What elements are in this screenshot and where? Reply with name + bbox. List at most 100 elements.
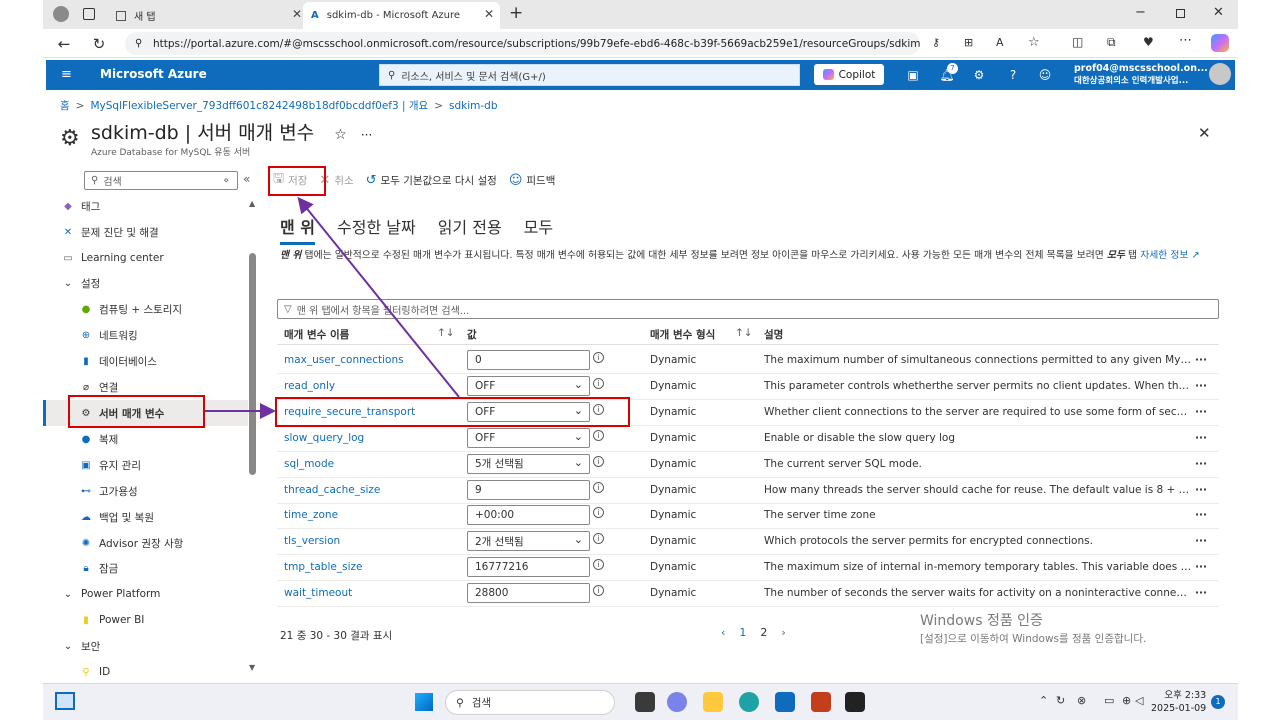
- more-options-icon[interactable]: ···: [1195, 561, 1207, 573]
- parameter-name-link[interactable]: max_user_connections: [284, 354, 404, 366]
- sidebar-item-tags[interactable]: ◆ 태그: [43, 193, 248, 219]
- tray-network-icon[interactable]: ⊕: [1122, 694, 1131, 707]
- azure-search-input[interactable]: ⚲ 리소스, 서비스 및 문서 검색(G+/): [379, 64, 800, 86]
- parameter-name-link[interactable]: sql_mode: [284, 458, 334, 470]
- more-options-icon[interactable]: ···: [1195, 354, 1207, 366]
- sidebar-item-maintenance[interactable]: ▣ 유지 관리: [43, 452, 248, 478]
- sidebar-item-power-bi[interactable]: ▮ Power BI: [43, 607, 248, 633]
- sidebar-item-identity[interactable]: ⚲ ID: [43, 659, 248, 685]
- tab-new-tab[interactable]: 새 탭 ✕: [108, 2, 308, 29]
- learn-more-link[interactable]: 자세한 정보: [1140, 250, 1188, 261]
- sidebar-item-diagnose[interactable]: ✕ 문제 진단 및 해결: [43, 219, 248, 245]
- azure-brand[interactable]: Microsoft Azure: [100, 67, 207, 81]
- scroll-up-icon[interactable]: ▲: [249, 199, 255, 208]
- more-options-icon[interactable]: ···: [1195, 509, 1207, 521]
- value-input[interactable]: +00:00: [467, 505, 590, 526]
- copilot-button[interactable]: Copilot: [814, 64, 884, 85]
- value-dropdown[interactable]: OFF ⌄: [467, 375, 590, 396]
- info-icon[interactable]: i: [593, 481, 604, 493]
- parameter-name-link[interactable]: read_only: [284, 380, 335, 392]
- split-icon[interactable]: ◫: [1072, 35, 1083, 49]
- tray-display-icon[interactable]: ▭: [1104, 694, 1114, 707]
- file-explorer-icon[interactable]: [703, 692, 723, 712]
- star-icon[interactable]: ☆: [334, 127, 347, 143]
- sidebar-item-compute[interactable]: ● 컴퓨팅 + 스토리지: [43, 296, 248, 322]
- url-field[interactable]: ⚲ https://portal.azure.com/#@mscsschool.…: [125, 32, 920, 55]
- tab-azure[interactable]: A sdkim-db - Microsoft Azure ✕: [303, 2, 500, 29]
- value-dropdown[interactable]: OFF ⌄: [467, 427, 590, 448]
- more-options-icon[interactable]: ···: [1195, 484, 1207, 496]
- account-info[interactable]: prof04@mscsschool.on... 대한상공회의소 인력개발사업..…: [1074, 63, 1208, 87]
- page-1[interactable]: 1: [739, 626, 746, 639]
- tray-chevron-icon[interactable]: ⌃: [1039, 694, 1048, 707]
- sidebar-search-input[interactable]: ⚲ 검색 ⋄: [84, 171, 238, 190]
- value-dropdown[interactable]: 2개 선택됨 ⌄: [467, 531, 590, 552]
- sidebar-item-learning[interactable]: ▭ Learning center: [43, 245, 248, 271]
- back-button[interactable]: ←: [53, 33, 75, 55]
- profile-icon[interactable]: [53, 6, 69, 22]
- value-input[interactable]: 16777216: [467, 557, 590, 578]
- parameter-name-link[interactable]: slow_query_log: [284, 432, 364, 444]
- header-name[interactable]: 매개 변수 이름: [284, 327, 349, 342]
- prev-page-icon[interactable]: ‹: [721, 626, 725, 639]
- tab-top[interactable]: 맨 위: [280, 214, 316, 245]
- info-icon[interactable]: i: [593, 377, 604, 389]
- close-blade-button[interactable]: ✕: [1198, 124, 1211, 142]
- scroll-down-icon[interactable]: ▼: [249, 663, 255, 672]
- sidebar-item-advisor[interactable]: ✺ Advisor 권장 사항: [43, 530, 248, 556]
- settings-icon[interactable]: ⚙: [970, 66, 988, 84]
- info-icon[interactable]: i: [593, 429, 604, 441]
- copilot-icon[interactable]: [1211, 34, 1229, 52]
- collections-icon[interactable]: ⧉: [1107, 35, 1116, 50]
- close-icon[interactable]: ✕: [292, 7, 302, 21]
- avatar[interactable]: [1209, 63, 1231, 85]
- start-icon[interactable]: [415, 693, 433, 711]
- edge-icon[interactable]: [739, 692, 759, 712]
- sidebar-group-security[interactable]: ⌄ 보안: [43, 633, 248, 659]
- sidebar-item-locks[interactable]: 🔒︎ 잠금: [43, 555, 248, 581]
- collapse-sidebar-icon[interactable]: «: [243, 172, 250, 186]
- breadcrumb-deployment[interactable]: MySqlFlexibleServer_793dff601c8242498b18…: [90, 100, 428, 112]
- minimize-button[interactable]: −: [1135, 5, 1146, 20]
- next-page-icon[interactable]: ›: [781, 626, 785, 639]
- page-2[interactable]: 2: [760, 626, 767, 639]
- more-icon[interactable]: ⋯: [1179, 33, 1192, 48]
- favorite-icon[interactable]: ☆: [1028, 35, 1040, 50]
- new-tab-button[interactable]: +: [509, 3, 523, 23]
- refresh-button[interactable]: ↻: [88, 33, 110, 55]
- sidebar-item-databases[interactable]: ▮ 데이터베이스: [43, 348, 248, 374]
- feedback-button[interactable]: ☺ 피드백: [509, 173, 556, 188]
- value-input[interactable]: 0: [467, 350, 590, 370]
- extensions-icon[interactable]: ♥: [1143, 35, 1154, 49]
- widgets-icon[interactable]: [55, 692, 75, 710]
- taskbar-search[interactable]: ⚲ 검색: [445, 690, 615, 715]
- help-icon[interactable]: ?: [1004, 66, 1022, 84]
- sidebar-item-replication[interactable]: ● 복제: [43, 426, 248, 452]
- parameter-name-link[interactable]: wait_timeout: [284, 587, 352, 599]
- sidebar-item-networking[interactable]: ⊕ 네트워킹: [43, 322, 248, 348]
- task-view-icon[interactable]: [635, 692, 655, 712]
- more-options-icon[interactable]: ···: [1195, 406, 1207, 418]
- terminal-icon[interactable]: [845, 692, 865, 712]
- info-icon[interactable]: i: [593, 533, 604, 545]
- scroll-thumb[interactable]: [249, 253, 256, 475]
- sidebar-item-backup[interactable]: ☁ 백업 및 복원: [43, 504, 248, 530]
- store-icon[interactable]: [775, 692, 795, 712]
- more-options-icon[interactable]: ···: [1195, 432, 1207, 444]
- parameter-name-link[interactable]: time_zone: [284, 509, 338, 521]
- value-input[interactable]: 9: [467, 479, 590, 500]
- close-icon[interactable]: ✕: [484, 7, 494, 21]
- read-aloud-icon[interactable]: A: [996, 36, 1004, 49]
- parameter-name-link[interactable]: tls_version: [284, 535, 340, 547]
- tab-modified[interactable]: 수정한 날짜: [337, 214, 416, 245]
- sort-icon[interactable]: ↑↓: [437, 327, 455, 339]
- reset-all-button[interactable]: ↺ 모두 기본값으로 다시 설정: [366, 173, 497, 188]
- info-icon[interactable]: i: [593, 352, 604, 363]
- tab-actions-icon[interactable]: [83, 8, 95, 20]
- sidebar-scrollbar[interactable]: ▲ ▼: [249, 199, 256, 672]
- clock[interactable]: 오후 2:33 2025-01-09: [1151, 689, 1206, 715]
- sort-icon[interactable]: ↑↓: [735, 327, 753, 339]
- info-icon[interactable]: i: [593, 559, 604, 571]
- header-type[interactable]: 매개 변수 형식: [650, 327, 715, 342]
- sidebar-group-settings[interactable]: ⌄ 설정: [43, 270, 248, 296]
